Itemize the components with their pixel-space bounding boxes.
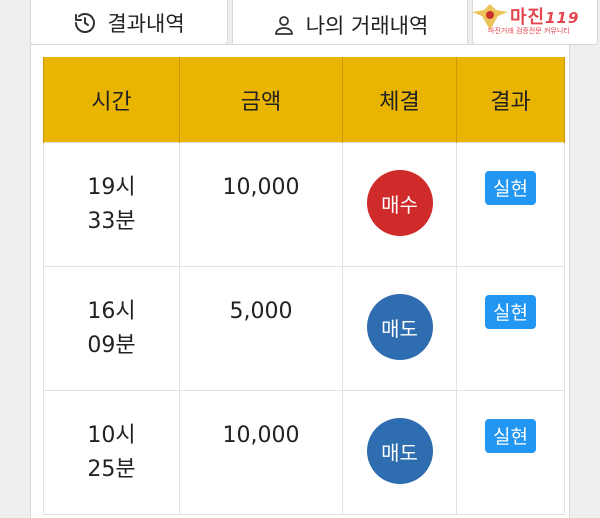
header-result: 결과 (456, 57, 565, 143)
execution-cell: 매수 (342, 142, 457, 267)
table-row[interactable]: 19시 33분 10,000 매수 실현 (43, 142, 565, 267)
time-minute: 25분 (87, 457, 136, 482)
time-hour: 16시 (87, 299, 136, 324)
time-cell: 10시 25분 (43, 390, 180, 515)
result-cell: 실현 (456, 390, 565, 515)
time-hour: 19시 (87, 175, 136, 200)
trade-history-screen: 결과내역 나의 거래내역 마진119 마진거래 검증전문 커뮤니티 시간 금액 (0, 0, 600, 518)
tab-my-trades[interactable]: 나의 거래내역 (232, 0, 468, 48)
amount-cell: 5,000 (179, 266, 343, 391)
amount-cell: 10,000 (179, 142, 343, 267)
time-minute: 33분 (87, 209, 136, 234)
user-icon (272, 13, 296, 37)
time-cell: 19시 33분 (43, 142, 180, 267)
buy-badge: 매수 (366, 170, 433, 236)
amount-value: 5,000 (229, 299, 293, 324)
amount-value: 10,000 (222, 423, 300, 448)
time-cell: 16시 09분 (43, 266, 180, 391)
tab-results-history[interactable]: 결과내역 (30, 0, 228, 45)
result-cell: 실현 (456, 266, 565, 391)
sell-badge: 매도 (366, 418, 433, 484)
header-time: 시간 (43, 57, 180, 143)
table-header-row: 시간 금액 체결 결과 (43, 57, 565, 143)
tab-label: 결과내역 (107, 11, 185, 36)
result-badge: 실현 (485, 295, 536, 329)
sell-badge: 매도 (366, 294, 433, 360)
time-hour: 10시 (87, 423, 136, 448)
history-icon (73, 11, 97, 35)
result-cell: 실현 (456, 142, 565, 267)
table-row[interactable]: 16시 09분 5,000 매도 실현 (43, 266, 565, 391)
trade-table-panel: 시간 금액 체결 결과 19시 33분 10,000 매수 실현 16시 09분… (30, 44, 570, 518)
result-badge: 실현 (485, 419, 536, 453)
amount-value: 10,000 (222, 175, 300, 200)
result-badge: 실현 (485, 171, 536, 205)
amount-cell: 10,000 (179, 390, 343, 515)
table-row[interactable]: 10시 25분 10,000 매도 실현 (43, 390, 565, 515)
time-minute: 09분 (87, 333, 136, 358)
execution-cell: 매도 (342, 390, 457, 515)
tab-label: 나의 거래내역 (305, 13, 429, 38)
header-amount: 금액 (179, 57, 343, 143)
trade-table: 시간 금액 체결 결과 19시 33분 10,000 매수 실현 16시 09분… (43, 57, 565, 515)
execution-cell: 매도 (342, 266, 457, 391)
header-execution: 체결 (342, 57, 457, 143)
tab-blank[interactable] (472, 0, 598, 45)
